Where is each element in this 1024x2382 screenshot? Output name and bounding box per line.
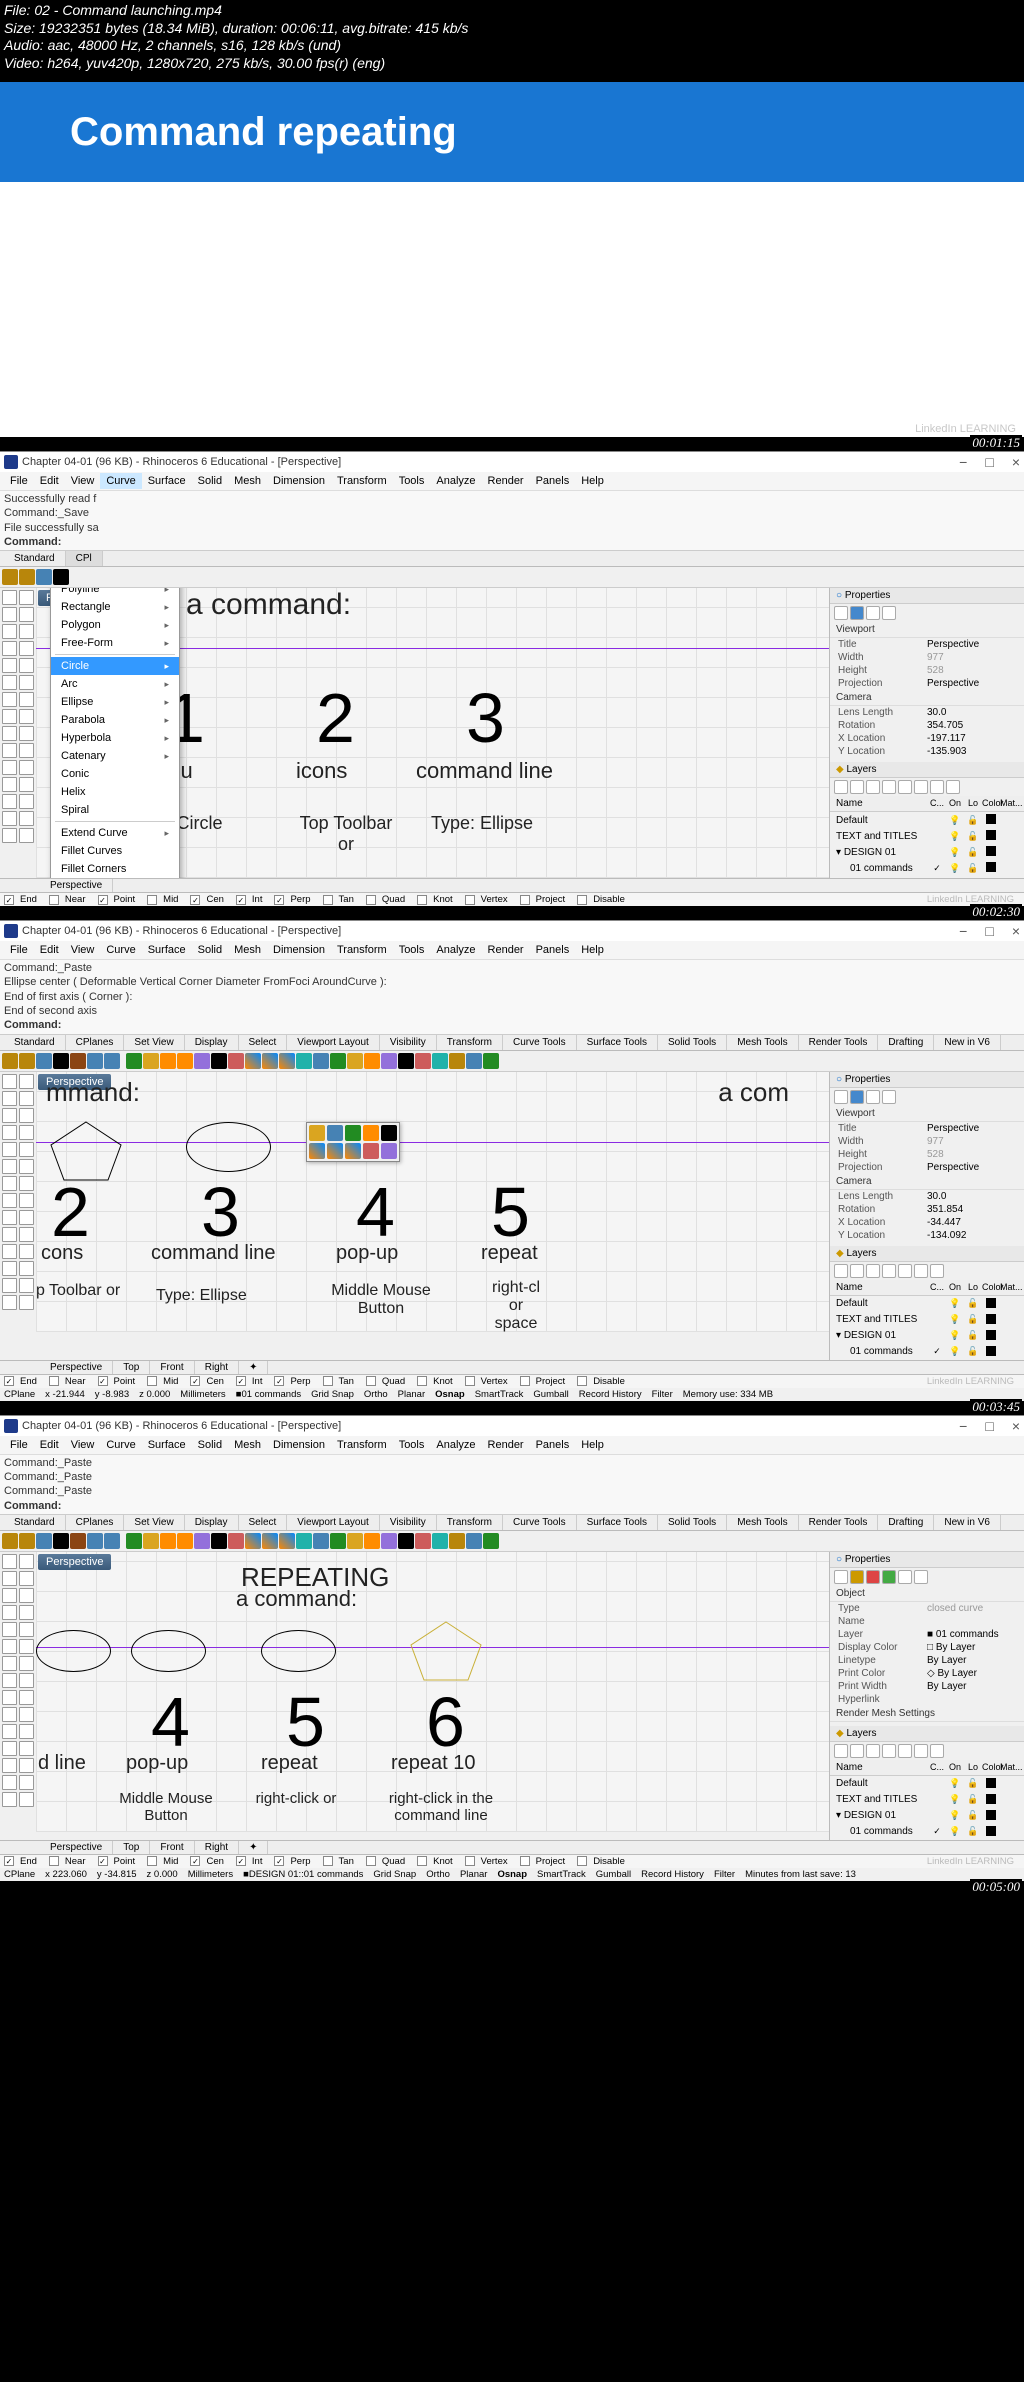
timecode: 00:01:15 [970,435,1022,451]
menu-mesh[interactable]: Mesh [228,473,267,489]
menu-circle[interactable]: Circle [51,657,179,675]
curve-dropdown[interactable]: Point Object Point Cloud / s:\Chapter04\… [50,588,180,878]
window-controls[interactable]: − □ × [959,454,1020,470]
save-icon[interactable] [36,569,52,585]
menu-transform[interactable]: Transform [331,473,393,489]
menu-surface[interactable]: Surface [142,473,192,489]
new-icon[interactable] [2,569,18,585]
rhino-window-1: Chapter 04-01 (96 KB) - Rhinoceros 6 Edu… [0,451,1024,906]
properties-panel[interactable]: ○ Properties Viewport TitlePerspective W… [829,588,1024,878]
open-icon[interactable] [19,569,35,585]
menu-curve[interactable]: Curve [100,473,141,489]
menu-bar[interactable]: File Edit View Curve Surface Solid Mesh … [0,472,1024,491]
menu-tools[interactable]: Tools [393,473,431,489]
title-bar: Chapter 04-01 (96 KB) - Rhinoceros 6 Edu… [0,452,1024,472]
menu-help[interactable]: Help [575,473,610,489]
viewport-tabs[interactable]: Perspective [0,878,1024,892]
minimize-icon: − [959,454,967,470]
menu-file[interactable]: File [4,473,34,489]
toolbar-tabs[interactable]: StandardCPl [0,551,1024,567]
left-toolbar[interactable] [0,588,36,878]
title-slide: Command repeating [0,82,1024,182]
file-metadata: File: 02 - Command launching.mp4 Size: 1… [0,0,1024,74]
popup-toolbar[interactable] [306,1122,400,1162]
rhino-window-3: Chapter 04-01 (96 KB) - Rhinoceros 6 Edu… [0,1415,1024,1881]
toolbar-tabs[interactable]: StandardCPlanesSet ViewDisplaySelectView… [0,1035,1024,1051]
menu-solid[interactable]: Solid [192,473,228,489]
command-history: Successfully read f Command:_Save File s… [0,491,1024,551]
watermark: LinkedIn LEARNING [915,423,1016,435]
menu-render[interactable]: Render [482,473,530,489]
osnap-bar[interactable]: End Near Point Mid Cen Int Perp Tan Quad… [0,892,1024,906]
menu-edit[interactable]: Edit [34,473,65,489]
slide-title: Command repeating [70,110,457,155]
maximize-icon: □ [985,454,993,470]
menu-panels[interactable]: Panels [530,473,576,489]
viewport[interactable]: Persp a command: 1 2 3 enu icons command… [36,588,829,878]
close-icon: × [1012,454,1020,470]
menu-dimension[interactable]: Dimension [267,473,331,489]
print-icon[interactable] [53,569,69,585]
menu-analyze[interactable]: Analyze [430,473,481,489]
slide-whitespace: LinkedIn LEARNING [0,182,1024,437]
menu-view[interactable]: View [65,473,101,489]
main-toolbar[interactable] [0,567,1024,588]
app-icon [4,455,18,469]
rhino-window-2: Chapter 04-01 (96 KB) - Rhinoceros 6 Edu… [0,920,1024,1400]
